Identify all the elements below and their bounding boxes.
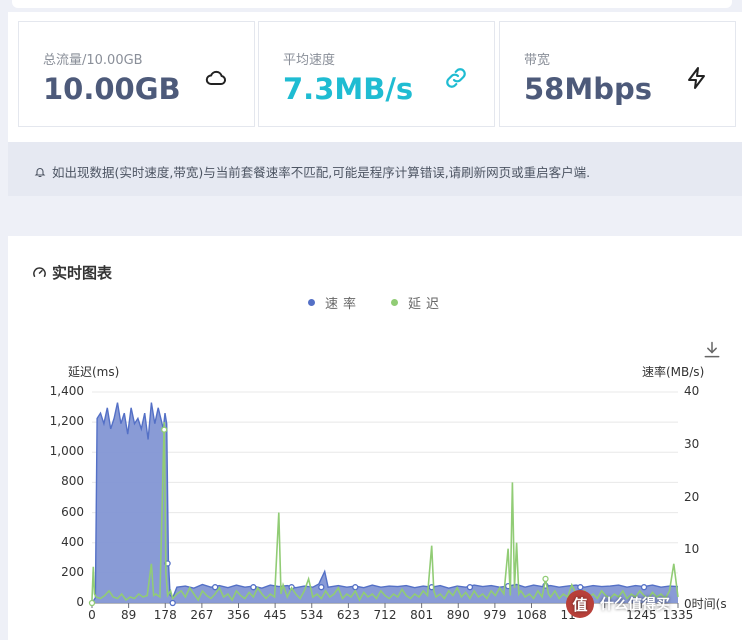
series-speed-point [211,584,219,591]
series-speed-point [250,584,257,591]
stat-label: 平均速度 [283,53,336,68]
previous-card-edge [12,0,732,8]
series-speed-point [577,584,584,591]
series-latency-point [161,426,168,433]
watermark-text: 什么值得买 [600,597,670,613]
stat-value: 10.00GB [43,72,181,106]
series-speed-point [352,584,359,591]
stat-label: 带宽 [524,53,551,68]
notice-text: 如出现数据(实时速度,带宽)与当前套餐速率不匹配,可能是程序计算错误,请刷新网页… [52,165,591,180]
watermark-logo: 值 [566,590,594,618]
stat-label: 总流量/10.00GB [43,53,143,68]
series-speed-point [640,584,648,591]
bell-icon [34,167,46,177]
watermark: 值 什么值得买 [566,590,670,618]
stats-panel: 总流量/10.00GB 10.00GB 平均速度 7.3MB/s 带宽 58Mb… [8,12,742,142]
stat-card-bandwidth: 带宽 58Mbps [499,21,736,127]
series-speed-point [318,584,325,591]
cloud-icon [205,70,227,86]
lightning-icon [688,67,705,89]
series-speed-point [466,584,474,591]
series-speed-point [169,599,176,607]
series-latency-point [542,575,549,583]
stat-value: 58Mbps [524,72,652,106]
realtime-chart-card: 实时图表 速率 延迟 延迟(ms) 速率(MB/s) 0 200 400 600 800… [8,236,742,640]
realtime-chart[interactable] [8,236,742,640]
top-strip [0,0,742,12]
stat-card-total-traffic: 总流量/10.00GB 10.00GB [18,21,255,127]
link-icon [446,68,466,88]
notice-bar: 如出现数据(实时速度,带宽)与当前套餐速率不匹配,可能是程序计算错误,请刷新网页… [8,142,742,196]
stat-card-avg-speed: 平均速度 7.3MB/s [258,21,495,127]
stat-value: 7.3MB/s [283,72,414,106]
series-latency-point [88,599,96,607]
